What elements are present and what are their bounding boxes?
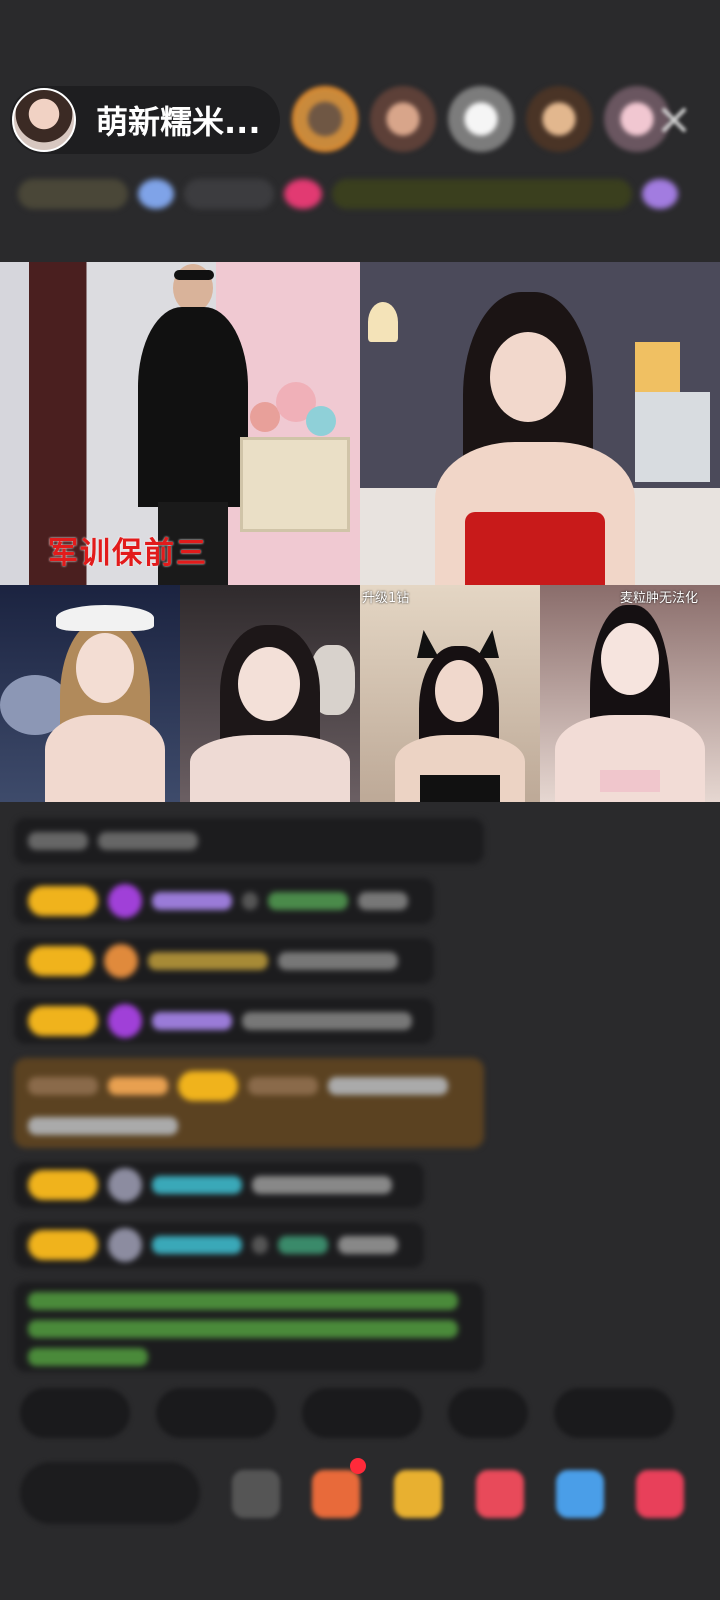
chat-message [14, 878, 434, 924]
game-icon[interactable] [394, 1470, 442, 1518]
share-icon[interactable] [556, 1470, 604, 1518]
host-avatar[interactable] [12, 88, 76, 152]
dresser [240, 437, 350, 532]
chat-message [14, 938, 434, 984]
streamer-figure [395, 630, 525, 802]
quick-reply-bar[interactable] [20, 1388, 674, 1438]
viewer-avatar[interactable] [370, 86, 436, 152]
viewer-avatar[interactable] [292, 86, 358, 152]
chat-list[interactable] [14, 818, 484, 1386]
ticker-icon [642, 179, 678, 209]
chat-message [14, 1162, 424, 1208]
close-icon [662, 108, 686, 132]
host-name[interactable]: 萌新糯米... [96, 97, 260, 143]
ticker-item [332, 179, 632, 209]
ticker-item [18, 179, 128, 209]
chat-input[interactable] [20, 1462, 200, 1524]
tile-tag: 麦粒肿无法化 [620, 591, 699, 606]
plush-toys [250, 382, 340, 442]
streamer-figure [40, 605, 170, 802]
chat-message-highlighted [14, 1058, 484, 1148]
room-ticker-bar[interactable] [18, 170, 698, 218]
streamer-figure [190, 625, 350, 802]
chat-system-message [14, 1282, 484, 1372]
video-tile-small-3[interactable]: 升级1钻 [360, 585, 540, 802]
ticker-icon [284, 179, 322, 209]
shelf-decor [635, 342, 680, 392]
present-icon[interactable] [636, 1470, 684, 1518]
video-tile-main[interactable]: 军训保前三 [0, 262, 360, 585]
quick-reply-chip[interactable] [448, 1388, 528, 1438]
chat-message [14, 818, 484, 864]
viewer-avatar[interactable] [448, 86, 514, 152]
video-tile-red-dress[interactable] [360, 262, 720, 585]
chat-message [14, 1222, 424, 1268]
more-icon[interactable] [232, 1470, 280, 1518]
bottom-action-bar [20, 1458, 720, 1526]
streamer-figure [435, 292, 635, 585]
ticker-icon [138, 179, 174, 209]
video-tile-small-2[interactable] [180, 585, 360, 802]
gift-icon[interactable] [312, 1470, 360, 1518]
notification-dot [350, 1458, 366, 1474]
host-info-pill[interactable]: 萌新糯米... [10, 86, 280, 154]
video-grid: 军训保前三 升级1钻 麦粒肿无法化 [0, 262, 720, 802]
quick-reply-chip[interactable] [302, 1388, 422, 1438]
cabinet [635, 392, 710, 482]
chat-message [14, 998, 434, 1044]
viewer-avatar-list[interactable] [292, 86, 670, 152]
quick-reply-chip[interactable] [20, 1388, 130, 1438]
ticker-item [184, 179, 274, 209]
video-tile-small-4[interactable]: 麦粒肿无法化 [540, 585, 720, 802]
close-button[interactable] [652, 98, 696, 142]
video-tile-small-1[interactable] [0, 585, 180, 802]
quick-reply-chip[interactable] [156, 1388, 276, 1438]
main-tile-overlay-text: 军训保前三 [48, 536, 208, 571]
viewer-avatar[interactable] [526, 86, 592, 152]
lamp [368, 302, 398, 342]
streamer-figure [555, 605, 705, 802]
tile-tag: 升级1钻 [362, 591, 410, 606]
quick-reply-chip[interactable] [554, 1388, 674, 1438]
fan-club-icon[interactable] [476, 1470, 524, 1518]
